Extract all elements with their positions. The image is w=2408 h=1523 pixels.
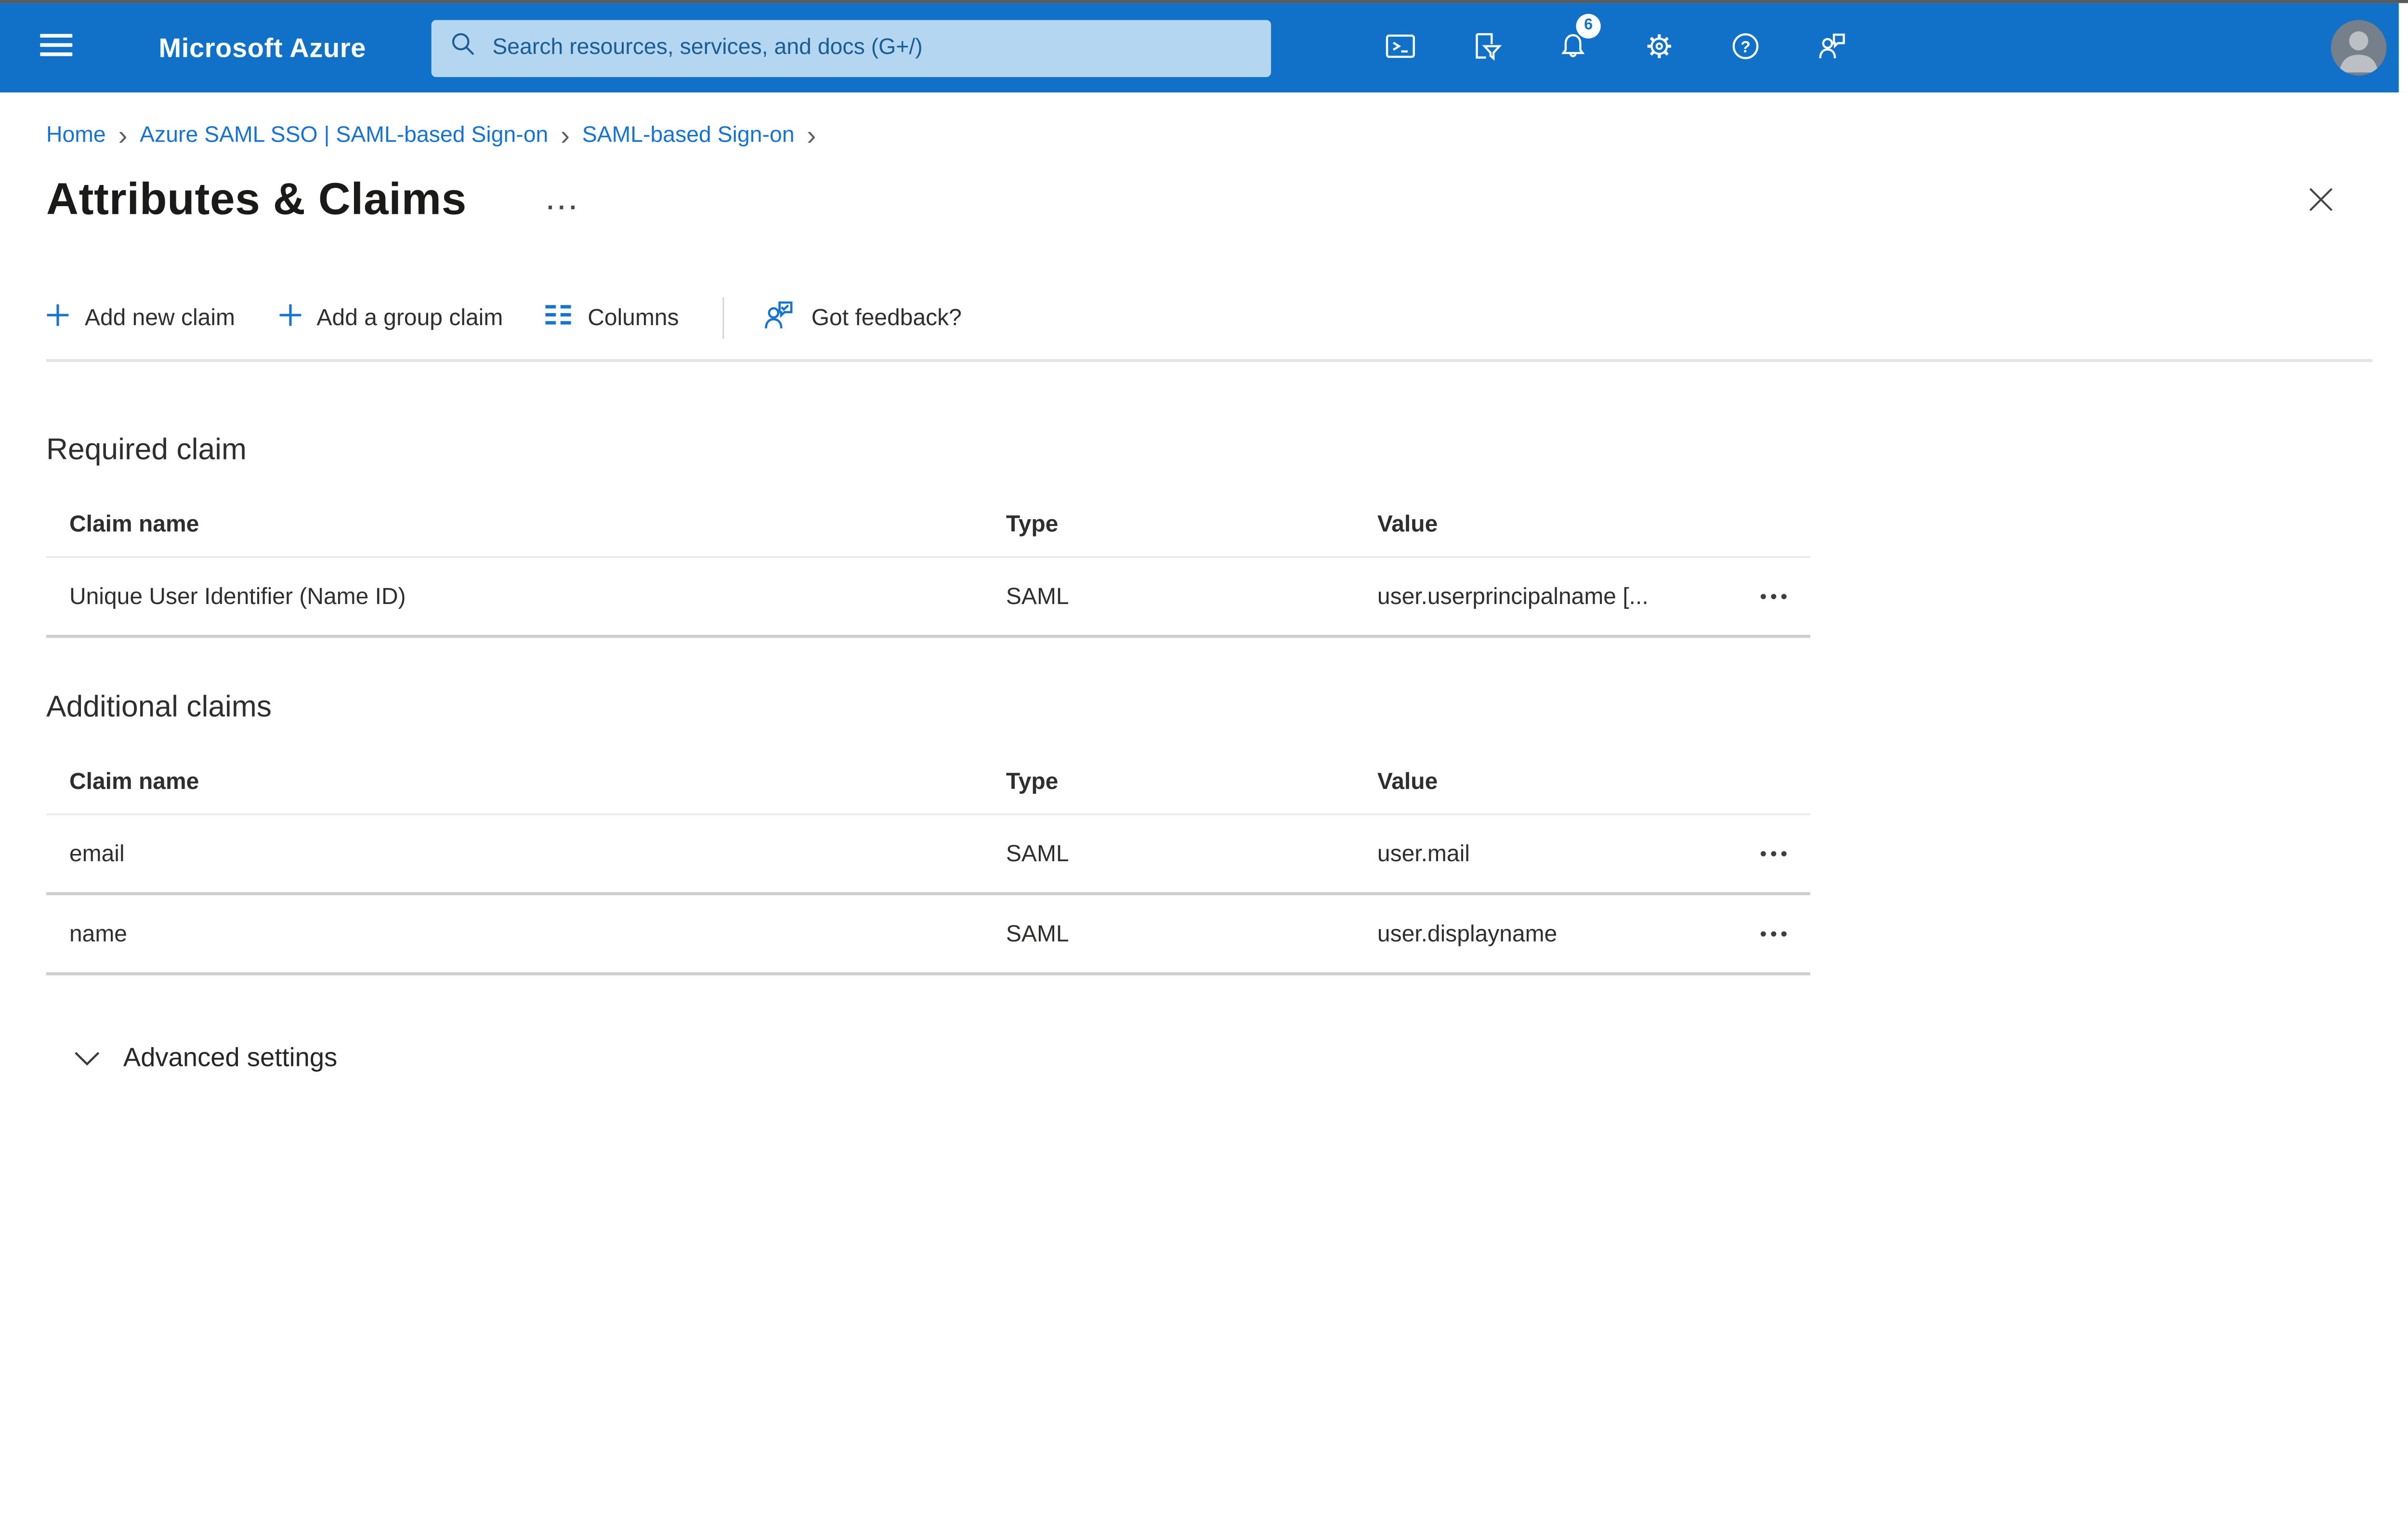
command-bar: Add new claim Add a group claim Columns … [46, 297, 2408, 339]
row-menu-button[interactable]: ••• [1757, 579, 1794, 613]
breadcrumb-saml-sso[interactable]: Azure SAML SSO | SAML-based Sign-on [140, 123, 548, 148]
columns-button[interactable]: Columns [546, 303, 679, 333]
breadcrumb: Home › Azure SAML SSO | SAML-based Sign-… [46, 120, 2408, 151]
columns-label: Columns [588, 305, 679, 331]
topbar-icon-group: 6 ? [1357, 3, 1875, 92]
additional-claims-table: Claim name Type Value email SAML user.ma… [46, 750, 1810, 975]
cloud-shell-icon [1384, 28, 1417, 67]
columns-icon [546, 303, 572, 333]
advanced-settings-label: Advanced settings [123, 1043, 338, 1073]
global-search[interactable] [431, 19, 1270, 77]
command-bar-divider [46, 359, 2373, 362]
table-header-row: Claim name Type Value [46, 493, 1810, 558]
breadcrumb-separator: › [807, 120, 816, 151]
search-input[interactable] [489, 34, 1252, 62]
claim-name-cell: Unique User Identifier (Name ID) [69, 583, 406, 610]
close-blade-button[interactable] [2302, 180, 2340, 223]
column-claim-name: Claim name [69, 769, 199, 795]
toolbar-divider [722, 297, 724, 339]
advanced-settings-toggle[interactable]: Advanced settings [74, 1043, 338, 1074]
help-button[interactable]: ? [1702, 3, 1789, 92]
feedback-button[interactable] [1789, 3, 1875, 92]
chevron-down-icon [74, 1043, 100, 1074]
plus-icon [46, 303, 69, 333]
required-claims-table: Claim name Type Value Unique User Identi… [46, 493, 1810, 638]
column-claim-name: Claim name [69, 512, 199, 538]
blade-header: Attributes & Claims ··· [46, 176, 2408, 227]
got-feedback-label: Got feedback? [811, 305, 962, 331]
add-new-claim-button[interactable]: Add new claim [46, 303, 235, 333]
value-cell: user.userprincipalname [... [1377, 583, 1649, 610]
additional-claims-heading: Additional claims [46, 690, 272, 724]
type-cell: SAML [1006, 840, 1069, 867]
type-cell: SAML [1006, 920, 1069, 947]
add-group-claim-button[interactable]: Add a group claim [278, 303, 503, 333]
settings-button[interactable] [1616, 3, 1702, 92]
add-group-claim-label: Add a group claim [316, 305, 503, 331]
feedback-icon [1815, 28, 1848, 67]
cloud-shell-button[interactable] [1357, 3, 1443, 92]
hamburger-icon [40, 34, 73, 62]
help-icon: ? [1728, 28, 1762, 67]
directory-filter-button[interactable] [1443, 3, 1530, 92]
portal-menu-button[interactable] [0, 3, 111, 92]
breadcrumb-separator: › [118, 120, 128, 151]
column-type: Type [1006, 512, 1059, 538]
column-value: Value [1377, 512, 1438, 538]
plus-icon [278, 303, 301, 333]
table-row[interactable]: email SAML user.mail ••• [46, 815, 1810, 895]
azure-portal-window: Microsoft Azure Search resources, servic… [0, 0, 2408, 1219]
notifications-button[interactable]: 6 [1530, 3, 1616, 92]
type-cell: SAML [1006, 583, 1069, 610]
table-header-row: Claim name Type Value [46, 750, 1810, 815]
blade-content: Home › Azure SAML SSO | SAML-based Sign-… [0, 92, 2408, 1074]
avatar-person-icon [2331, 20, 2387, 76]
page-title: Attributes & Claims [46, 175, 467, 225]
account-avatar[interactable] [2331, 20, 2387, 76]
feedback-icon [760, 297, 796, 339]
value-cell: user.mail [1377, 840, 1470, 867]
required-claim-section: Required claim Claim name Type Value Uni… [46, 433, 2408, 638]
svg-text:?: ? [1741, 37, 1751, 55]
breadcrumb-saml-signon[interactable]: SAML-based Sign-on [582, 123, 795, 148]
claim-name-cell: email [69, 840, 125, 867]
row-menu-button[interactable]: ••• [1757, 837, 1794, 870]
required-claim-heading: Required claim [46, 433, 247, 467]
table-row[interactable]: name SAML user.displayname ••• [46, 895, 1810, 975]
brand-logo[interactable]: Microsoft Azure [158, 32, 366, 64]
ellipsis-icon: ··· [547, 195, 581, 222]
blade-more-button[interactable]: ··· [537, 193, 590, 224]
search-icon [449, 31, 489, 65]
breadcrumb-separator: › [560, 120, 570, 151]
column-type: Type [1006, 769, 1059, 795]
window-top-edge [0, 0, 2408, 3]
table-row[interactable]: Unique User Identifier (Name ID) SAML us… [46, 558, 1810, 638]
additional-claims-section: Additional claims Claim name Type Value … [46, 690, 2408, 975]
scrollbar-track[interactable] [2398, 3, 2408, 92]
add-new-claim-label: Add new claim [84, 305, 235, 331]
close-icon [2308, 187, 2334, 216]
azure-top-bar: Microsoft Azure Search resources, servic… [0, 3, 2408, 92]
value-cell: user.displayname [1377, 920, 1557, 947]
breadcrumb-home[interactable]: Home [46, 123, 106, 148]
directory-filter-icon [1470, 28, 1504, 67]
column-value: Value [1377, 769, 1438, 795]
notification-badge: 6 [1576, 13, 1601, 39]
gear-icon [1642, 28, 1676, 67]
got-feedback-button[interactable]: Got feedback? [760, 297, 962, 339]
row-menu-button[interactable]: ••• [1757, 917, 1794, 950]
claim-name-cell: name [69, 920, 128, 947]
